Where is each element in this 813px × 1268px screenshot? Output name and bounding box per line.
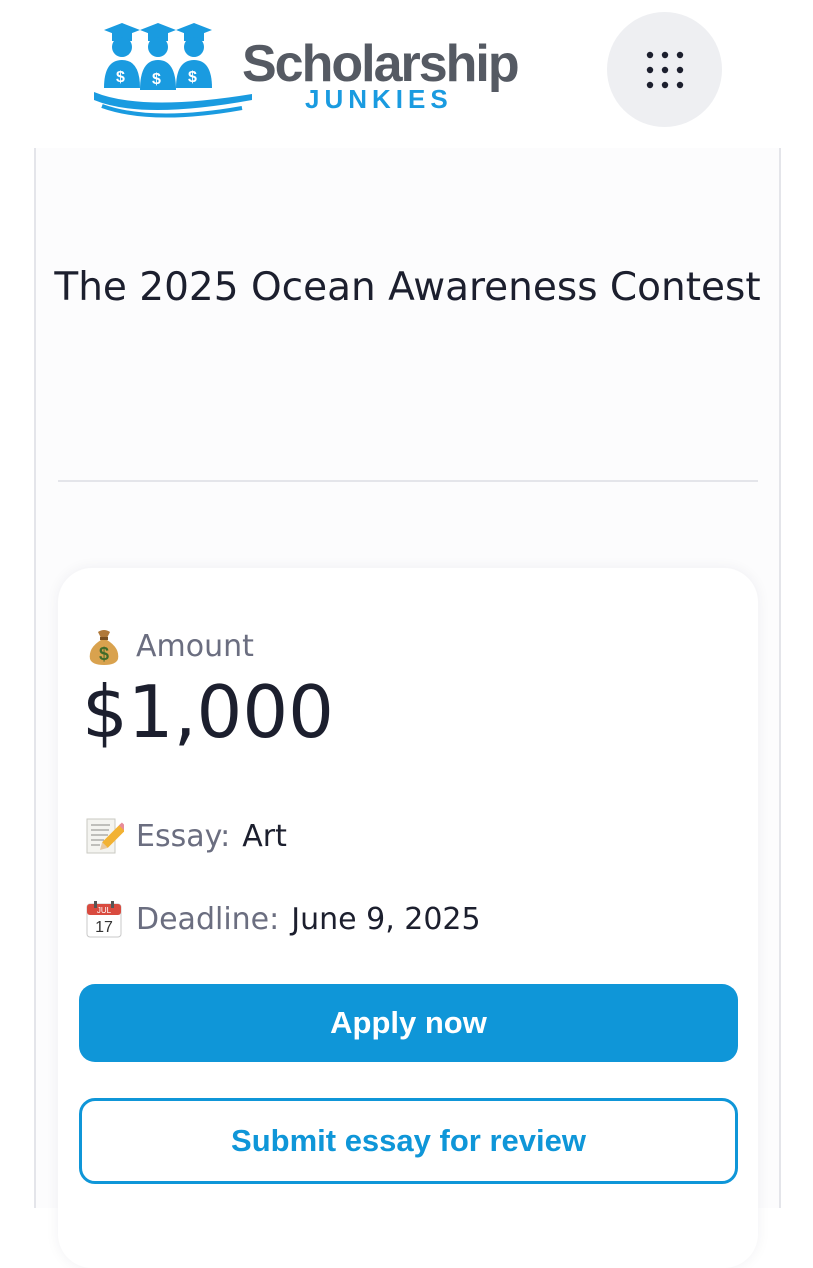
deadline-value: June 9, 2025: [291, 901, 481, 937]
svg-text:$: $: [152, 71, 161, 88]
contest-title: The 2025 Ocean Awareness Contest: [54, 265, 761, 310]
essay-label: Essay:: [136, 818, 231, 854]
logo-subtitle: JUNKIES: [305, 84, 453, 114]
site-header: $ $ $ Scholarship JUNKIES: [0, 0, 813, 148]
svg-text:$: $: [188, 69, 197, 86]
graduates-logo-icon: $ $ $: [94, 23, 252, 118]
apply-now-button[interactable]: Apply now: [79, 984, 738, 1062]
contest-panel: The 2025 Ocean Awareness Contest $ Amoun…: [34, 148, 781, 1268]
svg-text:$: $: [99, 644, 109, 664]
details-card: $ Amount $1,000 Essay: Art JUL 17 Deadli…: [58, 568, 758, 1268]
grid-dots-icon: [646, 51, 684, 89]
calendar-day: 17: [95, 919, 113, 936]
amount-value: $1,000: [82, 670, 334, 754]
memo-pencil-icon: [86, 818, 124, 854]
menu-button[interactable]: [607, 12, 722, 127]
essay-row: Essay: Art: [84, 816, 287, 856]
deadline-row: JUL 17 Deadline: June 9, 2025: [84, 899, 481, 939]
submit-essay-review-button[interactable]: Submit essay for review: [79, 1098, 738, 1184]
calendar-month: JUL: [97, 906, 112, 915]
logo-wordmark: Scholarship: [242, 35, 520, 93]
calendar-icon: JUL 17: [86, 901, 122, 938]
deadline-label: Deadline:: [136, 901, 280, 937]
essay-value: Art: [242, 818, 287, 854]
amount-label: Amount: [136, 628, 254, 664]
svg-text:$: $: [116, 69, 125, 86]
money-bag-icon: $: [89, 630, 119, 665]
divider: [58, 480, 758, 482]
scholarship-junkies-logo[interactable]: $ $ $ Scholarship JUNKIES: [92, 20, 562, 120]
amount-row: $ Amount: [84, 626, 254, 666]
